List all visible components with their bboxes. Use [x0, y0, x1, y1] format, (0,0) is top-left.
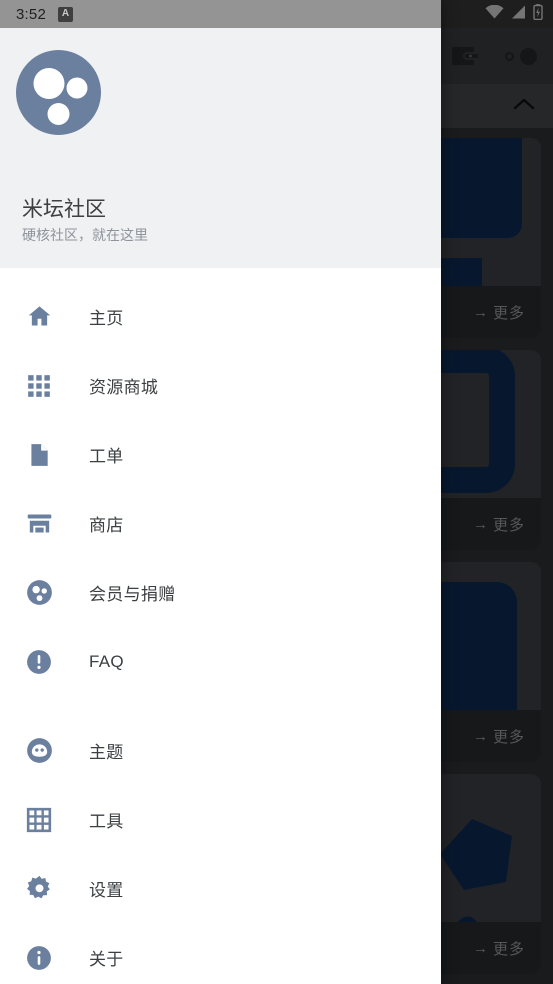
- sidebar-item-label: 主页: [89, 309, 124, 328]
- sidebar-item-settings[interactable]: 设置: [0, 854, 441, 923]
- membership-donate-icon: [22, 576, 56, 610]
- sidebar-item-label: 设置: [89, 881, 124, 900]
- sidebar-item-resource-mall[interactable]: 资源商城: [0, 351, 441, 420]
- sidebar-item-tools[interactable]: 工具: [0, 785, 441, 854]
- drawer-header: 米坛社区 硬核社区，就在这里: [0, 28, 441, 268]
- sidebar-item-store[interactable]: 商店: [0, 489, 441, 558]
- drawer-header-text: 米坛社区 硬核社区，就在这里: [22, 196, 148, 246]
- sidebar-item-work-order[interactable]: 工单: [0, 420, 441, 489]
- brand-subtitle: 硬核社区，就在这里: [22, 227, 148, 243]
- sidebar-item-home[interactable]: 主页: [0, 282, 441, 351]
- drawer-nav-list: 主页 资源商城 工单 商店 会员与捐赠 FAQ 主题 工具 设置 关于: [0, 268, 441, 984]
- document-icon: [22, 438, 56, 472]
- app-notification-icon: A: [58, 6, 73, 22]
- sidebar-item-label: 关于: [89, 950, 124, 969]
- storefront-icon: [22, 507, 56, 541]
- status-bar-clock: 3:52: [16, 5, 46, 23]
- sidebar-item-label: FAQ: [89, 651, 124, 671]
- sidebar-item-label: 资源商城: [89, 378, 159, 397]
- sidebar-item-label: 工单: [89, 447, 124, 466]
- apps-grid-icon: [22, 369, 56, 403]
- home-icon: [22, 300, 56, 334]
- grid-table-icon: [22, 803, 56, 837]
- sidebar-item-label: 主题: [89, 743, 124, 762]
- exclamation-circle-icon: [22, 645, 56, 679]
- sidebar-item-faq[interactable]: FAQ: [0, 627, 441, 696]
- nav-group-separator: [0, 696, 441, 716]
- phone-screen: → 更多 → 更多 → 更多 → 更多 3:52 A 米坛社区 硬核社区，就在这…: [0, 0, 553, 984]
- page-title: 米坛社区: [22, 197, 106, 221]
- mitan-community-logo: [16, 50, 425, 135]
- sidebar-item-label: 工具: [89, 812, 124, 831]
- navigation-drawer: 3:52 A 米坛社区 硬核社区，就在这里 主页 资源商城 工单 商店 会员与捐…: [0, 0, 441, 984]
- sidebar-item-about[interactable]: 关于: [0, 923, 441, 984]
- gear-icon: [22, 872, 56, 906]
- info-circle-icon: [22, 941, 56, 975]
- sidebar-item-theme[interactable]: 主题: [0, 716, 441, 785]
- sidebar-item-label: 会员与捐赠: [89, 585, 176, 604]
- sidebar-item-membership-donate[interactable]: 会员与捐赠: [0, 558, 441, 627]
- sidebar-item-label: 商店: [89, 516, 124, 535]
- drawer-status-bar: 3:52 A: [0, 0, 441, 28]
- theme-face-icon: [22, 734, 56, 768]
